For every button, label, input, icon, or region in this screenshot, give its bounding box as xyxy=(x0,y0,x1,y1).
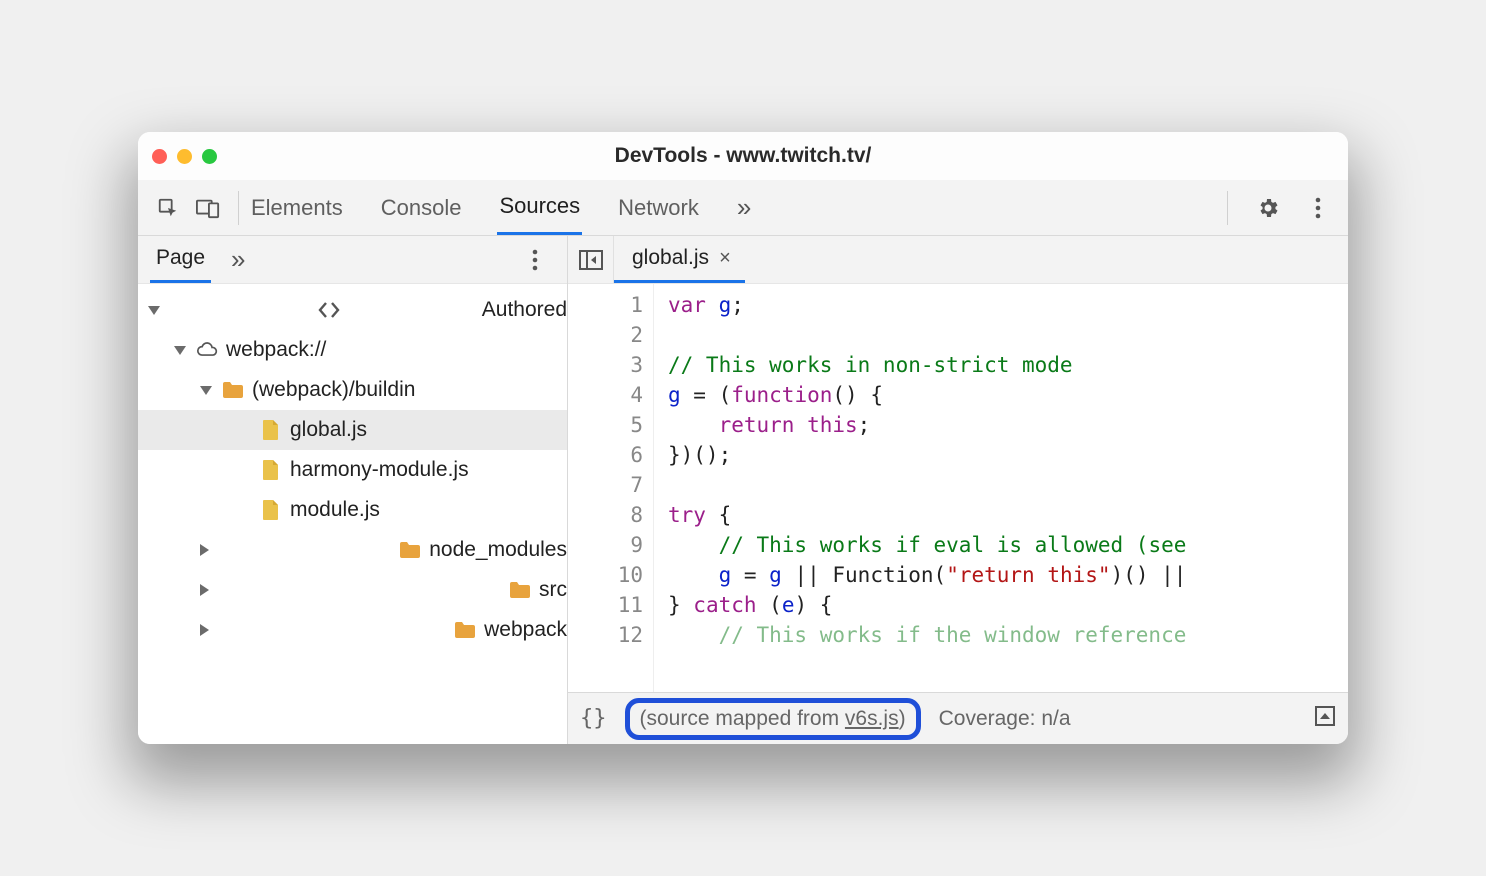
tree-label: global.js xyxy=(290,418,367,442)
chevron-down-icon xyxy=(200,386,212,395)
tab-separator xyxy=(238,191,239,225)
file-tree: Authored webpack:// (webpack)/buildin gl… xyxy=(138,284,567,744)
devices-icon[interactable] xyxy=(188,188,228,228)
tree-label: webpack xyxy=(484,618,567,642)
file-icon xyxy=(260,459,282,481)
navigator-tabs: Page » xyxy=(138,236,567,284)
tree-file-global[interactable]: global.js xyxy=(138,410,567,450)
inspect-icon[interactable] xyxy=(148,188,188,228)
coverage-label: Coverage: n/a xyxy=(939,707,1071,731)
tab-elements[interactable]: Elements xyxy=(249,180,345,235)
expand-icon[interactable] xyxy=(1314,705,1336,733)
tree-label: src xyxy=(539,578,567,602)
chevron-right-icon xyxy=(200,624,444,636)
folder-icon xyxy=(454,619,476,641)
tree-folder-nodemodules[interactable]: node_modules xyxy=(138,530,567,570)
tab-sources[interactable]: Sources xyxy=(497,180,582,235)
editor-statusbar: {} (source mapped from v6s.js) Coverage:… xyxy=(568,692,1348,744)
tree-file-harmony[interactable]: harmony-module.js xyxy=(138,450,567,490)
close-icon[interactable]: × xyxy=(719,247,731,270)
chevron-right-icon xyxy=(200,584,499,596)
tree-label: harmony-module.js xyxy=(290,458,469,482)
navigator-pane: Page » Authored webpack:// xyxy=(138,236,568,744)
folder-icon xyxy=(399,539,421,561)
kebab-icon[interactable] xyxy=(1298,188,1338,228)
tab-console[interactable]: Console xyxy=(379,180,464,235)
folder-icon xyxy=(509,579,531,601)
tree-file-module[interactable]: module.js xyxy=(138,490,567,530)
tabs-overflow[interactable]: » xyxy=(735,180,753,235)
navigator-tab-page[interactable]: Page xyxy=(150,236,211,283)
chevron-right-icon xyxy=(200,544,389,556)
tab-separator-right xyxy=(1227,191,1228,225)
tree-folder-src[interactable]: src xyxy=(138,570,567,610)
chevron-down-icon xyxy=(148,306,160,315)
devtools-window: DevTools - www.twitch.tv/ Elements Conso… xyxy=(138,132,1348,744)
cloud-icon xyxy=(196,339,218,361)
editor-tab-global[interactable]: global.js × xyxy=(614,236,745,283)
tree-webpack-root[interactable]: webpack:// xyxy=(138,330,567,370)
editor-pane: global.js × 123456789101112 var g; // Th… xyxy=(568,236,1348,744)
editor-tabs: global.js × xyxy=(568,236,1348,284)
window-title: DevTools - www.twitch.tv/ xyxy=(138,144,1348,168)
source-map-prefix: (source mapped from xyxy=(640,707,845,730)
titlebar: DevTools - www.twitch.tv/ xyxy=(138,132,1348,180)
pretty-print-button[interactable]: {} xyxy=(580,706,607,731)
tree-label: webpack:// xyxy=(226,338,326,362)
tree-label: node_modules xyxy=(429,538,567,562)
main-tabs: Elements Console Sources Network » xyxy=(249,180,753,235)
devtools-tabbar: Elements Console Sources Network » xyxy=(138,180,1348,236)
source-map-info: (source mapped from v6s.js) xyxy=(625,698,921,740)
tree-label: (webpack)/buildin xyxy=(252,378,415,402)
file-icon xyxy=(260,499,282,521)
folder-icon xyxy=(222,379,244,401)
code-icon xyxy=(170,299,474,321)
chevron-down-icon xyxy=(174,346,186,355)
tree-label: module.js xyxy=(290,498,380,522)
gear-icon[interactable] xyxy=(1248,188,1288,228)
tree-folder-webpack[interactable]: webpack xyxy=(138,610,567,650)
tree-folder-buildin[interactable]: (webpack)/buildin xyxy=(138,370,567,410)
tree-authored[interactable]: Authored xyxy=(138,290,567,330)
tab-network[interactable]: Network xyxy=(616,180,701,235)
source-map-link[interactable]: v6s.js xyxy=(845,707,899,730)
line-gutter: 123456789101112 xyxy=(568,284,654,692)
navigator-kebab-icon[interactable] xyxy=(515,240,555,280)
navigator-tabs-overflow[interactable]: » xyxy=(225,234,251,285)
editor-tab-label: global.js xyxy=(632,246,709,270)
source-map-suffix: ) xyxy=(899,707,906,730)
tree-label: Authored xyxy=(482,298,567,322)
code-content[interactable]: var g; // This works in non-strict modeg… xyxy=(654,284,1348,692)
collapse-panel-icon[interactable] xyxy=(568,236,614,283)
main-split: Page » Authored webpack:// xyxy=(138,236,1348,744)
file-icon xyxy=(260,419,282,441)
code-editor[interactable]: 123456789101112 var g; // This works in … xyxy=(568,284,1348,692)
